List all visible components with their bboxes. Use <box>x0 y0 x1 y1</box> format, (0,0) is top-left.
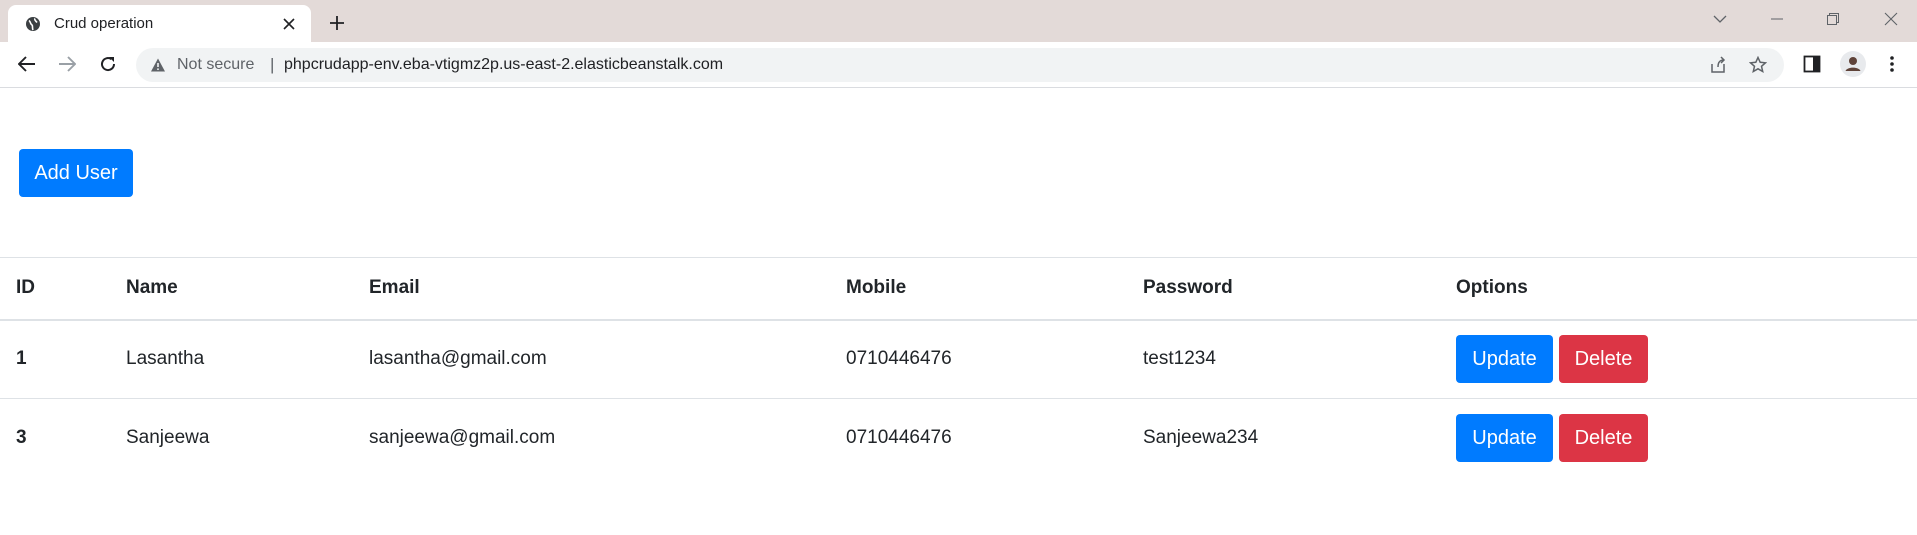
table-row: 3 Sanjeewa sanjeewa@gmail.com 0710446476… <box>0 399 1917 478</box>
cell-name: Sanjeewa <box>126 427 210 449</box>
tab-search-button[interactable] <box>1697 0 1743 38</box>
share-icon[interactable] <box>1706 53 1730 77</box>
side-panel-icon[interactable] <box>1797 49 1827 79</box>
add-user-button[interactable]: Add User <box>19 149 133 197</box>
browser-tab[interactable]: Crud operation <box>8 5 311 42</box>
update-button[interactable]: Update <box>1456 414 1553 463</box>
table-row: 1 Lasantha lasantha@gmail.com 0710446476… <box>0 320 1917 399</box>
forward-button[interactable] <box>51 48 83 80</box>
profile-avatar-icon[interactable] <box>1838 49 1868 79</box>
table-header-row: ID Name Email Mobile Password Options <box>0 257 1917 320</box>
minimize-icon <box>1771 18 1783 20</box>
arrow-right-icon <box>59 56 76 72</box>
browser-toolbar: Not secure | phpcrudapp-env.eba-vtigmz2p… <box>0 42 1917 88</box>
minimize-button[interactable] <box>1754 0 1800 38</box>
warning-icon[interactable] <box>150 57 166 73</box>
cell-email: lasantha@gmail.com <box>369 348 547 370</box>
globe-icon <box>24 15 42 33</box>
url-text[interactable]: phpcrudapp-env.eba-vtigmz2p.us-east-2.el… <box>284 56 723 74</box>
kebab-menu-icon[interactable] <box>1877 49 1907 79</box>
back-button[interactable] <box>11 48 43 80</box>
column-header-options: Options <box>1456 277 1528 299</box>
arrow-left-icon <box>18 56 35 72</box>
tab-title: Crud operation <box>54 15 154 32</box>
cell-mobile: 0710446476 <box>846 427 952 449</box>
page-content: Add User ID Name Email Mobile Password O… <box>0 89 1917 535</box>
column-header-id: ID <box>16 277 35 299</box>
reload-icon <box>101 57 116 72</box>
cell-email: sanjeewa@gmail.com <box>369 427 556 449</box>
star-icon[interactable] <box>1746 53 1770 77</box>
delete-button[interactable]: Delete <box>1559 335 1648 384</box>
restore-button[interactable] <box>1810 0 1856 38</box>
reload-button[interactable] <box>92 48 124 80</box>
plus-icon <box>330 16 344 30</box>
close-window-button[interactable] <box>1868 0 1914 38</box>
users-table: ID Name Email Mobile Password Options 1 … <box>0 257 1917 478</box>
address-bar[interactable]: Not secure | phpcrudapp-env.eba-vtigmz2p… <box>136 48 1784 82</box>
column-header-name: Name <box>126 277 178 299</box>
restore-icon <box>1827 13 1839 25</box>
close-icon <box>1884 12 1898 26</box>
cell-password: Sanjeewa234 <box>1143 427 1259 449</box>
new-tab-button[interactable] <box>322 8 352 38</box>
tab-strip: Crud operation <box>0 0 1917 42</box>
delete-button[interactable]: Delete <box>1559 414 1648 463</box>
tab-close-icon[interactable] <box>277 12 301 36</box>
cell-id: 1 <box>16 348 27 370</box>
column-header-email: Email <box>369 277 420 299</box>
update-button[interactable]: Update <box>1456 335 1553 384</box>
chevron-down-icon <box>1713 15 1727 23</box>
security-label[interactable]: Not secure <box>177 56 254 74</box>
cell-password: test1234 <box>1143 348 1216 370</box>
cell-name: Lasantha <box>126 348 205 370</box>
cell-options: Update Delete <box>1440 320 1917 399</box>
cell-options: Update Delete <box>1440 399 1917 478</box>
cell-mobile: 0710446476 <box>846 348 952 370</box>
omnibox-separator: | <box>270 55 275 74</box>
cell-id: 3 <box>16 427 27 449</box>
column-header-password: Password <box>1143 277 1233 299</box>
column-header-mobile: Mobile <box>846 277 907 299</box>
